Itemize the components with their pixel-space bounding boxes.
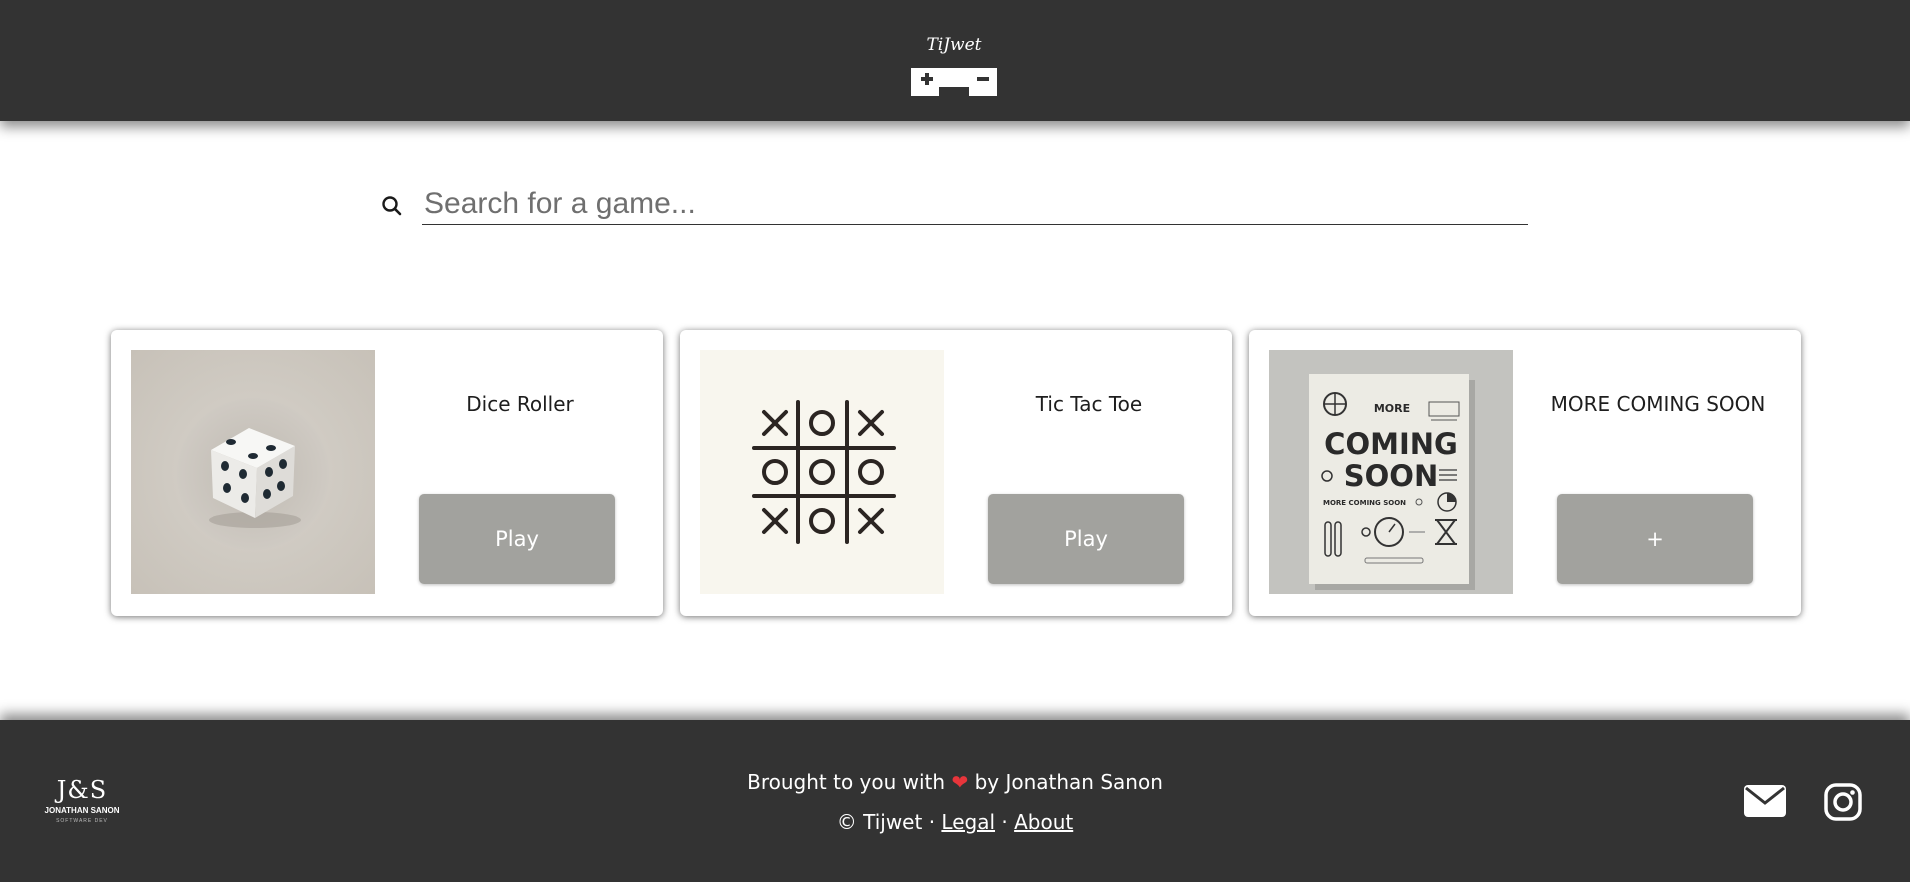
credit-suffix: by Jonathan Sanon	[974, 770, 1163, 794]
coming-soon-poster-image: MORE COMING SOON MORE COMING SOON	[1269, 350, 1513, 594]
copyright: © Tijwet	[836, 810, 923, 834]
site-header: TiJwet	[0, 0, 1910, 121]
card-title: Dice Roller	[466, 392, 574, 416]
poster-text: MORE	[1374, 402, 1410, 415]
footer-links: © Tijwet · Legal · About	[0, 810, 1910, 834]
search-icon	[380, 194, 404, 218]
footer-credit: Brought to you with ❤ by Jonathan Sanon	[0, 770, 1910, 794]
add-game-button[interactable]: +	[1557, 494, 1753, 584]
card-title: Tic Tac Toe	[1035, 392, 1143, 416]
separator: ·	[928, 810, 936, 834]
instagram-icon[interactable]	[1824, 783, 1862, 821]
logo-text: TiJwet	[926, 35, 981, 55]
mail-icon[interactable]	[1743, 784, 1787, 818]
card-title: MORE COMING SOON	[1550, 392, 1766, 416]
heart-icon: ❤	[951, 770, 969, 794]
about-link[interactable]: About	[1014, 810, 1073, 834]
game-card-tic-tac-toe: Tic Tac Toe Play	[680, 330, 1232, 616]
play-button[interactable]: Play	[988, 494, 1184, 584]
play-button[interactable]: Play	[419, 494, 615, 584]
poster-text: COMING	[1324, 427, 1458, 461]
game-card-more-coming-soon: MORE COMING SOON MORE COMING SOON MORE C…	[1249, 330, 1801, 616]
gamepad-icon: TiJwet	[911, 35, 997, 96]
site-logo[interactable]: TiJwet	[909, 28, 999, 102]
poster-text: SOON	[1344, 459, 1438, 493]
legal-link[interactable]: Legal	[941, 810, 995, 834]
poster-text: MORE COMING SOON	[1323, 499, 1406, 507]
site-footer: J&S JONATHAN SANON SOFTWARE DEV Brought …	[0, 720, 1910, 882]
game-card-dice-roller: Dice Roller Play	[111, 330, 663, 616]
credit-prefix: Brought to you with	[747, 770, 946, 794]
search-input[interactable]	[422, 183, 1528, 225]
tic-tac-toe-image	[700, 350, 944, 594]
dice-image	[131, 350, 375, 594]
separator: ·	[1001, 810, 1008, 834]
